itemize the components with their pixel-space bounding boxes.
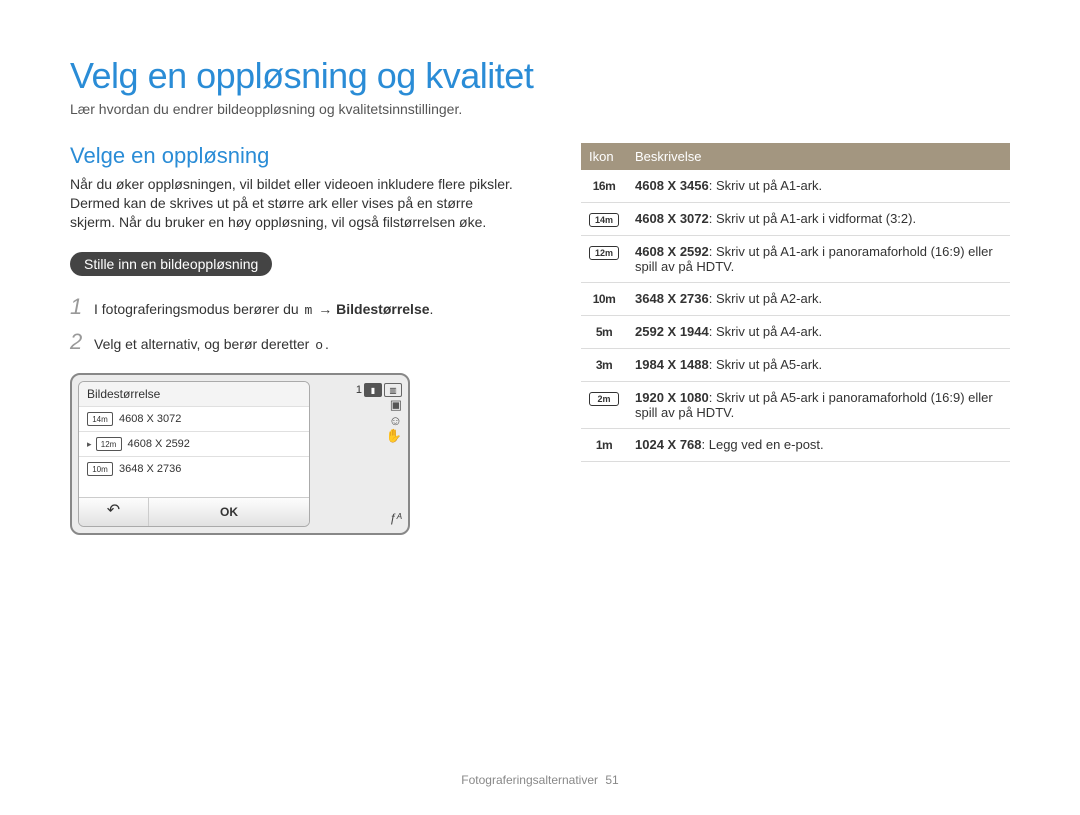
col-header-desc: Beskrivelse	[627, 143, 1010, 170]
battery-icon: ▥	[384, 383, 402, 397]
table-row: 14m 4608 X 3072: Skriv ut på A1-ark i vid…	[581, 203, 1010, 236]
camera-screen-mock: Bildestørrelse 14m 4608 X 3072 12m 4608 …	[70, 373, 410, 535]
step-number: 1	[70, 294, 94, 320]
memory-icon: ▮	[364, 383, 382, 397]
col-header-icon: Ikon	[581, 143, 627, 170]
mode-icon: ▣	[316, 397, 402, 413]
resolution-description: 2592 X 1944: Skriv ut på A4-ark.	[627, 316, 1010, 349]
step-number: 2	[70, 329, 94, 355]
section-title: Velge en oppløsning	[70, 143, 515, 169]
table-row: 1m 1024 X 768: Legg ved en e-post.	[581, 429, 1010, 462]
table-row: 3m 1984 X 1488: Skriv ut på A5-ark.	[581, 349, 1010, 382]
resolution-icon: 12m	[589, 246, 619, 260]
step-text: Velg et alternativ, og berør deretter o.	[94, 333, 329, 357]
page-title: Velg en oppløsning og kvalitet	[70, 55, 1010, 97]
resolution-icon: 5m	[589, 324, 619, 340]
ok-button[interactable]: OK	[149, 498, 309, 526]
resolution-table: Ikon Beskrivelse 16m 4608 X 3456: Skriv u…	[581, 143, 1010, 462]
footer-section: Fotograferingsalternativer	[461, 773, 598, 787]
intro-text: Når du øker oppløsningen, vil bildet ell…	[70, 175, 515, 232]
back-button[interactable]: ↶	[79, 498, 149, 526]
camera-menu-title: Bildestørrelse	[79, 382, 309, 406]
step-text: I fotograferingsmodus berører du m → Bil…	[94, 298, 433, 322]
camera-menu-list: 14m 4608 X 3072 12m 4608 X 2592 10m 3648…	[79, 406, 309, 497]
resolution-label: 3648 X 2736	[119, 463, 181, 475]
steps-list: 1 I fotograferingsmodus berører du m → B…	[70, 294, 515, 358]
resolution-description: 1024 X 768: Legg ved en e-post.	[627, 429, 1010, 462]
subsection-pill: Stille inn en bildeoppløsning	[70, 252, 272, 276]
table-row: 12m 4608 X 2592: Skriv ut på A1-ark i pan…	[581, 236, 1010, 283]
step-2: 2 Velg et alternativ, og berør deretter …	[70, 329, 515, 357]
resolution-icon: 16m	[589, 178, 619, 194]
camera-menu-item[interactable]: 10m 3648 X 2736	[79, 456, 309, 481]
camera-menu-item[interactable]: 14m 4608 X 3072	[79, 406, 309, 431]
resolution-label: 4608 X 2592	[128, 438, 190, 450]
resolution-description: 4608 X 3456: Skriv ut på A1-ark.	[627, 170, 1010, 203]
table-row: 2m 1920 X 1080: Skriv ut på A5-ark i pano…	[581, 382, 1010, 429]
menu-icon: m	[303, 301, 315, 322]
resolution-icon: 2m	[589, 392, 619, 406]
page-subtitle: Lær hvordan du endrer bildeoppløsning og…	[70, 101, 1010, 117]
camera-status-column: 1 ▮ ▥ ▣ ☺ ✋ ƒᴬ	[316, 381, 402, 527]
resolution-description: 1920 X 1080: Skriv ut på A5-ark i panora…	[627, 382, 1010, 429]
resolution-description: 4608 X 2592: Skriv ut på A1-ark i panora…	[627, 236, 1010, 283]
resolution-icon: 1m	[589, 437, 619, 453]
resolution-description: 1984 X 1488: Skriv ut på A5-ark.	[627, 349, 1010, 382]
ois-icon: ✋	[316, 428, 402, 444]
flash-icon: ƒᴬ	[316, 511, 402, 525]
camera-menu: Bildestørrelse 14m 4608 X 3072 12m 4608 …	[78, 381, 310, 527]
resolution-description: 4608 X 3072: Skriv ut på A1-ark i vidfor…	[627, 203, 1010, 236]
resolution-description: 3648 X 2736: Skriv ut på A2-ark.	[627, 283, 1010, 316]
resolution-icon: 14m	[589, 213, 619, 227]
resolution-icon: 10m	[589, 291, 619, 307]
step-1: 1 I fotograferingsmodus berører du m → B…	[70, 294, 515, 322]
resolution-icon: 14m	[87, 412, 113, 426]
table-row: 5m 2592 X 1944: Skriv ut på A4-ark.	[581, 316, 1010, 349]
ok-icon: o	[313, 336, 325, 357]
resolution-icon: 10m	[87, 462, 113, 476]
table-row: 10m 3648 X 2736: Skriv ut på A2-ark.	[581, 283, 1010, 316]
face-icon: ☺	[316, 413, 402, 428]
resolution-icon: 12m	[96, 437, 122, 451]
page-footer: Fotograferingsalternativer 51	[0, 773, 1080, 787]
table-row: 16m 4608 X 3456: Skriv ut på A1-ark.	[581, 170, 1010, 203]
resolution-icon: 3m	[589, 357, 619, 373]
camera-menu-item[interactable]: 12m 4608 X 2592	[79, 431, 309, 456]
page-number: 51	[605, 773, 618, 787]
shot-count: 1	[356, 384, 362, 396]
resolution-label: 4608 X 3072	[119, 413, 181, 425]
